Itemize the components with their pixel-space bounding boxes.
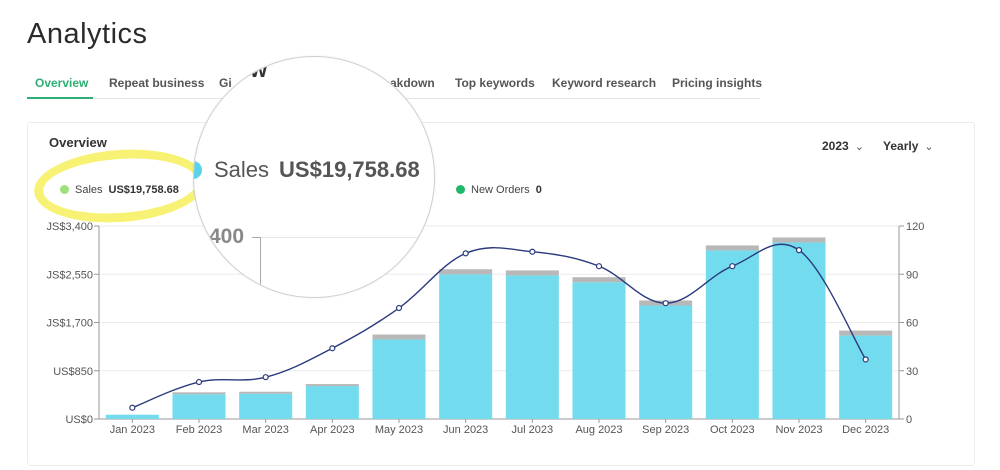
bar-cap <box>572 277 626 283</box>
line-point <box>262 374 269 381</box>
x-tick-label: Apr 2023 <box>310 424 355 436</box>
x-tick-label: Sep 2023 <box>642 424 689 436</box>
bar <box>705 250 759 419</box>
line-point <box>729 263 736 270</box>
x-tick-label: Nov 2023 <box>775 424 822 436</box>
y-right-tick-label: 30 <box>906 366 918 378</box>
bar <box>772 242 826 419</box>
bar-cap <box>839 330 893 336</box>
bar <box>105 414 159 419</box>
y-left-tick-label: US$850 <box>53 366 93 378</box>
x-tick-label: Jan 2023 <box>110 424 155 436</box>
magnified-sales-legend: Sales US$19,758.68 <box>214 157 420 183</box>
magnified-legend-dot-icon <box>194 161 202 179</box>
magnified-sales-label: Sales <box>214 157 270 182</box>
line-point <box>795 247 803 254</box>
overview-chart: US$0 US$850 JS$1,700 JS$2,550 JS$3,400 0 30 60 9… <box>47 221 925 436</box>
bar-cap <box>772 237 826 243</box>
bar <box>305 386 359 419</box>
line-point <box>862 356 869 363</box>
y-left-tick-label: US$0 <box>65 414 93 426</box>
bar-cap <box>172 392 226 395</box>
y-left-tick-label: JS$3,400 <box>47 221 93 233</box>
x-tick-label: Oct 2023 <box>710 424 755 436</box>
x-tick-label: Aug 2023 <box>575 424 622 436</box>
magnified-axis-line <box>260 237 261 297</box>
bar-cap <box>372 334 426 340</box>
y-right-tick-label: 90 <box>906 269 918 281</box>
line-point <box>462 250 469 257</box>
bar <box>639 305 693 419</box>
x-tick-label: Feb 2023 <box>176 424 222 436</box>
bar <box>239 393 293 419</box>
magnified-gridline <box>261 237 434 238</box>
x-tick-label: May 2023 <box>375 424 423 436</box>
y-left-tick-label: JS$2,550 <box>47 269 93 281</box>
y-left-tick-label: JS$1,700 <box>47 318 93 330</box>
x-tick-label: Dec 2023 <box>842 424 889 436</box>
bar <box>439 274 493 419</box>
bar-cap <box>305 384 359 387</box>
bar-cap <box>705 245 759 251</box>
bar <box>172 394 226 419</box>
y-right-tick-label: 60 <box>906 318 918 330</box>
line-point <box>595 263 603 270</box>
bar-cap <box>505 270 559 276</box>
bar <box>839 335 893 419</box>
magnified-axis-tick-label: 400 <box>209 225 245 248</box>
x-tick-label: Mar 2023 <box>242 424 288 436</box>
y-right-tick-label: 0 <box>906 414 912 426</box>
bar <box>372 339 426 419</box>
magnifier-lens: w Sales US$19,758.68 400 <box>193 56 435 298</box>
line-point <box>195 378 203 386</box>
bar <box>572 282 626 419</box>
y-right-tick-label: 120 <box>906 221 924 233</box>
line-point <box>662 300 669 307</box>
line-point <box>395 304 403 312</box>
line-point <box>329 345 336 352</box>
x-tick-label: Jun 2023 <box>443 424 488 436</box>
magnified-heading-fragment: w <box>250 57 268 82</box>
bar <box>505 275 559 419</box>
line-point <box>129 404 136 411</box>
bar-cap <box>239 391 293 394</box>
bar-cap <box>439 269 493 275</box>
line-point <box>529 248 536 255</box>
x-tick-label: Jul 2023 <box>512 424 554 436</box>
magnified-sales-value: US$19,758.68 <box>279 157 420 182</box>
